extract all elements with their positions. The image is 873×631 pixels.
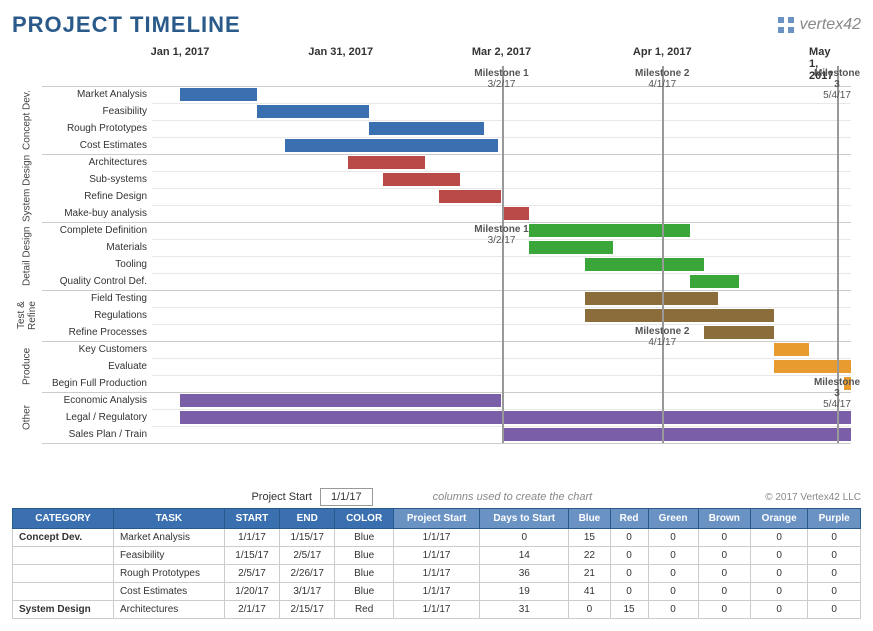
milestone-label: Milestone 13/2/17 bbox=[474, 224, 528, 246]
gantt-bar bbox=[285, 139, 498, 152]
milestone-label: Milestone 24/1/17 bbox=[635, 326, 689, 348]
milestone-label: Milestone 24/1/17 bbox=[635, 68, 689, 90]
task-label: Evaluate bbox=[42, 358, 152, 375]
milestone-line bbox=[502, 66, 504, 443]
gantt-bar bbox=[502, 207, 530, 220]
milestone-label: Milestone 35/4/17 bbox=[814, 68, 860, 101]
milestone-label: Milestone 35/4/17 bbox=[814, 377, 860, 410]
milestone-label: Milestone 13/2/17 bbox=[474, 68, 528, 90]
task-label: Field Testing bbox=[42, 290, 152, 307]
gantt-bar bbox=[180, 88, 257, 101]
task-label: Materials bbox=[42, 239, 152, 256]
project-start-label: Project Start bbox=[12, 491, 320, 503]
logo-icon bbox=[776, 15, 796, 35]
table-row: Cost Estimates1/20/173/1/17Blue1/1/17194… bbox=[13, 583, 861, 601]
gantt-bar bbox=[180, 411, 851, 424]
task-label: Refine Processes bbox=[42, 324, 152, 341]
gantt-bar bbox=[257, 105, 369, 118]
axis-date: Jan 31, 2017 bbox=[308, 46, 373, 58]
gantt-bar bbox=[383, 173, 460, 186]
task-label: Regulations bbox=[42, 307, 152, 324]
group-label: Detail Design bbox=[12, 222, 42, 290]
col-header: Green bbox=[648, 509, 698, 529]
group-label: Concept Dev. bbox=[12, 86, 42, 154]
task-label: Legal / Regulatory bbox=[42, 409, 152, 426]
col-header: Orange bbox=[751, 509, 808, 529]
task-label: Cost Estimates bbox=[42, 137, 152, 154]
task-label: Tooling bbox=[42, 256, 152, 273]
task-label: Rough Prototypes bbox=[42, 120, 152, 137]
group-label: Produce bbox=[12, 341, 42, 392]
table-row: Feasibility1/15/172/5/17Blue1/1/17142200… bbox=[13, 547, 861, 565]
col-header: START bbox=[224, 509, 279, 529]
col-header: END bbox=[280, 509, 335, 529]
group-label: Other bbox=[12, 392, 42, 443]
gantt-bar bbox=[690, 275, 739, 288]
gantt-bar bbox=[529, 241, 613, 254]
task-label: Architectures bbox=[42, 154, 152, 171]
project-start-value: 1/1/17 bbox=[320, 488, 373, 506]
col-header: TASK bbox=[113, 509, 224, 529]
group-label: System Design bbox=[12, 154, 42, 222]
axis-date: Jan 1, 2017 bbox=[151, 46, 210, 58]
col-header: CATEGORY bbox=[13, 509, 114, 529]
col-header: Days to Start bbox=[480, 509, 569, 529]
gantt-bar bbox=[369, 122, 484, 135]
table-row: Rough Prototypes2/5/172/26/17Blue1/1/173… bbox=[13, 565, 861, 583]
gantt-bar bbox=[348, 156, 425, 169]
gantt-chart: Jan 1, 2017 Jan 31, 2017 Mar 2, 2017 Apr 1,… bbox=[12, 46, 861, 476]
task-label: Begin Full Production bbox=[42, 375, 152, 392]
task-label: Key Customers bbox=[42, 341, 152, 358]
table-row: System DesignArchitectures2/1/172/15/17R… bbox=[13, 601, 861, 619]
task-label: Quality Control Def. bbox=[42, 273, 152, 290]
milestone-line bbox=[662, 66, 664, 443]
data-table: CATEGORYTASKSTARTENDCOLORProject StartDa… bbox=[12, 508, 861, 619]
task-label: Sales Plan / Train bbox=[42, 426, 152, 443]
gantt-bar bbox=[774, 360, 851, 373]
gantt-bar bbox=[439, 190, 502, 203]
task-label: Make-buy analysis bbox=[42, 205, 152, 222]
col-header: Blue bbox=[569, 509, 610, 529]
col-header: Purple bbox=[808, 509, 861, 529]
gantt-bar bbox=[585, 258, 704, 271]
task-label: Market Analysis bbox=[42, 86, 152, 103]
gantt-bar bbox=[502, 428, 852, 441]
group-label: Test & Refine bbox=[12, 290, 42, 341]
page-title: PROJECT TIMELINE bbox=[12, 12, 241, 38]
axis-date: Mar 2, 2017 bbox=[472, 46, 531, 58]
task-label: Refine Design bbox=[42, 188, 152, 205]
gantt-bar bbox=[585, 309, 774, 322]
task-label: Feasibility bbox=[42, 103, 152, 120]
task-label: Complete Definition bbox=[42, 222, 152, 239]
gantt-bar bbox=[585, 292, 718, 305]
axis-date: Apr 1, 2017 bbox=[633, 46, 692, 58]
table-row: Concept Dev.Market Analysis1/1/171/15/17… bbox=[13, 529, 861, 547]
gantt-bar bbox=[704, 326, 774, 339]
brand-logo: vertex42 bbox=[776, 15, 861, 35]
col-header: COLOR bbox=[335, 509, 394, 529]
gantt-bar bbox=[774, 343, 809, 356]
task-label: Economic Analysis bbox=[42, 392, 152, 409]
col-header: Red bbox=[610, 509, 648, 529]
task-label: Sub-systems bbox=[42, 171, 152, 188]
col-header: Brown bbox=[698, 509, 751, 529]
col-header: Project Start bbox=[393, 509, 479, 529]
gantt-bar bbox=[180, 394, 502, 407]
gantt-bar bbox=[529, 224, 690, 237]
copyright: © 2017 Vertex42 LLC bbox=[765, 492, 861, 503]
columns-note: columns used to create the chart bbox=[433, 491, 593, 503]
